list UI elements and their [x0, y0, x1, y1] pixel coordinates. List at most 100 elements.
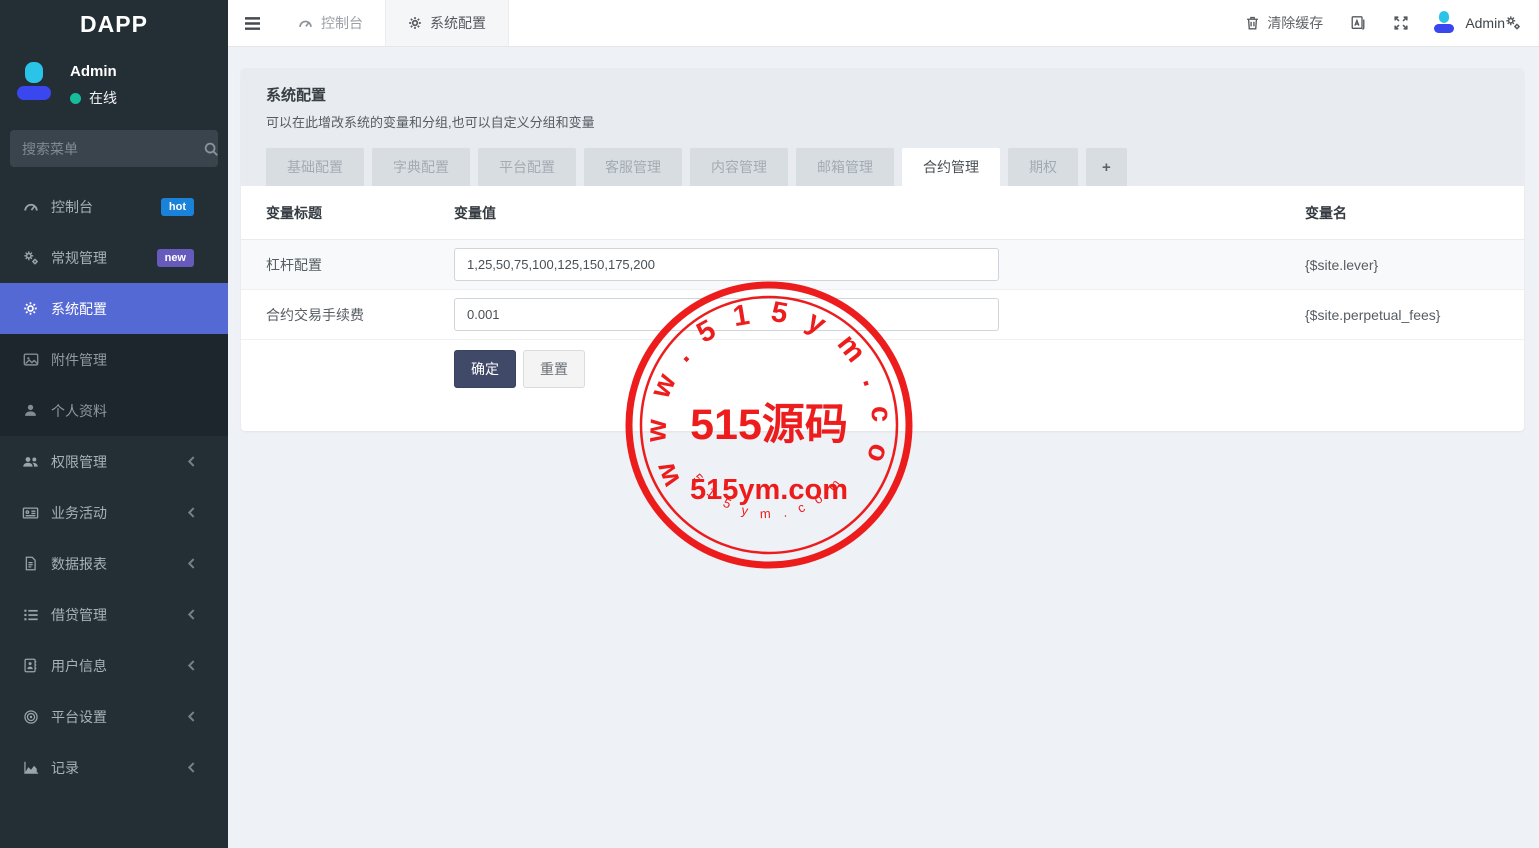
chevron-left-icon [187, 456, 196, 467]
online-status-dot [70, 93, 81, 104]
search-icon[interactable] [203, 141, 219, 157]
clear-cache-button[interactable]: 清除缓存 [1245, 13, 1323, 33]
sidebar: DAPP Admin 在线 [0, 0, 228, 848]
sidebar-search[interactable] [10, 130, 218, 167]
panel-body: 变量标题 变量值 变量名 杠杆配置 {$site.lever} 合约交易手续费 … [241, 186, 1524, 431]
app-logo: DAPP [0, 0, 228, 48]
row-variable-name: {$site.perpetual_fees} [1305, 307, 1499, 323]
sidebar-item-label: 权限管理 [51, 452, 187, 472]
tab-service-management[interactable]: 客服管理 [584, 148, 682, 186]
panel-header: 系统配置 可以在此增改系统的变量和分组,也可以自定义分组和变量 基础配置 字典配… [241, 68, 1524, 186]
lever-config-input[interactable] [454, 248, 999, 281]
row-title: 合约交易手续费 [266, 305, 454, 325]
sidebar-item-data-reports[interactable]: 数据报表 [0, 538, 228, 589]
cogs-icon [1505, 15, 1521, 31]
clear-cache-label: 清除缓存 [1267, 13, 1323, 33]
sidebar-item-label: 业务活动 [51, 503, 187, 523]
sidebar-item-records[interactable]: 记录 [0, 742, 228, 793]
dashboard-icon [298, 16, 313, 31]
sidebar-item-user-info[interactable]: 用户信息 [0, 640, 228, 691]
tab-basic-config[interactable]: 基础配置 [266, 148, 364, 186]
trash-icon [1245, 15, 1260, 31]
col-header-name: 变量名 [1305, 203, 1499, 223]
sidebar-item-label: 记录 [51, 758, 187, 778]
sidebar-item-system-config[interactable]: 系统配置 [0, 283, 228, 334]
chevron-left-icon [187, 711, 196, 722]
sidebar-item-label: 个人资料 [51, 401, 210, 421]
cogs-icon [22, 250, 39, 266]
submit-button[interactable]: 确定 [454, 350, 516, 388]
form-actions: 确定 重置 [241, 340, 1524, 431]
add-tab-button[interactable]: + [1086, 148, 1127, 186]
topbar-tab-system-config[interactable]: 系统配置 [385, 0, 509, 46]
row-variable-name: {$site.lever} [1305, 257, 1499, 273]
avatar-body [1434, 24, 1454, 33]
avatar-head [25, 62, 43, 83]
sidebar-item-business-activity[interactable]: 业务活动 [0, 487, 228, 538]
topbar-right: 清除缓存 [1245, 0, 1539, 46]
avatar-body [17, 86, 51, 100]
row-title: 杠杆配置 [266, 255, 454, 275]
topbar-tab-dashboard[interactable]: 控制台 [276, 0, 385, 46]
fullscreen-button[interactable] [1393, 15, 1409, 31]
list-icon [22, 607, 39, 623]
gear-icon [22, 301, 39, 316]
tab-mail-management[interactable]: 邮箱管理 [796, 148, 894, 186]
sidebar-user-panel: Admin 在线 [0, 48, 228, 118]
app-window: DAPP Admin 在线 [0, 0, 1539, 848]
page-description: 可以在此增改系统的变量和分组,也可以自定义分组和变量 [266, 112, 1499, 131]
user-name: Admin [70, 63, 117, 80]
tab-platform-config[interactable]: 平台配置 [478, 148, 576, 186]
tab-content-management[interactable]: 内容管理 [690, 148, 788, 186]
sidebar-item-label: 控制台 [51, 197, 161, 217]
sidebar-item-attachments[interactable]: 附件管理 [0, 334, 228, 385]
gear-icon [408, 16, 422, 30]
sidebar-item-label: 用户信息 [51, 656, 187, 676]
language-icon [1350, 15, 1366, 31]
fullscreen-icon [1393, 15, 1409, 31]
table-row: 合约交易手续费 {$site.perpetual_fees} [241, 290, 1524, 340]
language-button[interactable] [1350, 15, 1366, 31]
online-status-label: 在线 [89, 88, 117, 108]
file-text-icon [22, 556, 39, 571]
topbar: 控制台 系统配置 清除缓存 [228, 0, 1539, 47]
user-status: 在线 [70, 88, 117, 108]
chevron-left-icon [187, 558, 196, 569]
topbar-user-name: Admin [1465, 15, 1505, 31]
sidebar-item-label: 数据报表 [51, 554, 187, 574]
stamp-arc-bottom-text: 515ym.com [690, 466, 851, 521]
topbar-tab-label: 控制台 [321, 13, 363, 33]
content-area: 系统配置 可以在此增改系统的变量和分组,也可以自定义分组和变量 基础配置 字典配… [228, 47, 1539, 848]
sidebar-item-permissions[interactable]: 权限管理 [0, 436, 228, 487]
sidebar-item-general-management[interactable]: 常规管理 new [0, 232, 228, 283]
avatar-head [1439, 11, 1449, 23]
tab-dict-config[interactable]: 字典配置 [372, 148, 470, 186]
settings-button[interactable] [1505, 15, 1521, 31]
bullseye-icon [22, 709, 39, 725]
search-input[interactable] [22, 141, 203, 157]
tab-contract-management[interactable]: 合约管理 [902, 148, 1000, 186]
address-book-icon [22, 658, 39, 673]
chevron-left-icon [187, 762, 196, 773]
page-title: 系统配置 [266, 84, 1499, 105]
stamp-domain-text: 515ym.com [690, 474, 848, 506]
chevron-left-icon [187, 507, 196, 518]
id-card-icon [22, 505, 39, 521]
col-header-title: 变量标题 [266, 203, 454, 223]
sidebar-item-lending[interactable]: 借贷管理 [0, 589, 228, 640]
sidebar-item-platform-settings[interactable]: 平台设置 [0, 691, 228, 742]
topbar-user-menu[interactable]: Admin [1433, 11, 1505, 36]
sidebar-item-dashboard[interactable]: 控制台 hot [0, 181, 228, 232]
sidebar-item-label: 附件管理 [51, 350, 210, 370]
col-header-value: 变量值 [454, 203, 1305, 223]
tab-options[interactable]: 期权 [1008, 148, 1078, 186]
area-chart-icon [22, 760, 39, 776]
sidebar-item-label: 平台设置 [51, 707, 187, 727]
users-icon [22, 454, 39, 470]
sidebar-item-profile[interactable]: 个人资料 [0, 385, 228, 436]
main-area: 控制台 系统配置 清除缓存 [228, 0, 1539, 848]
sidebar-toggle-button[interactable] [228, 0, 276, 46]
perpetual-fees-input[interactable] [454, 298, 999, 331]
reset-button[interactable]: 重置 [523, 350, 585, 388]
dashboard-icon [22, 199, 39, 215]
